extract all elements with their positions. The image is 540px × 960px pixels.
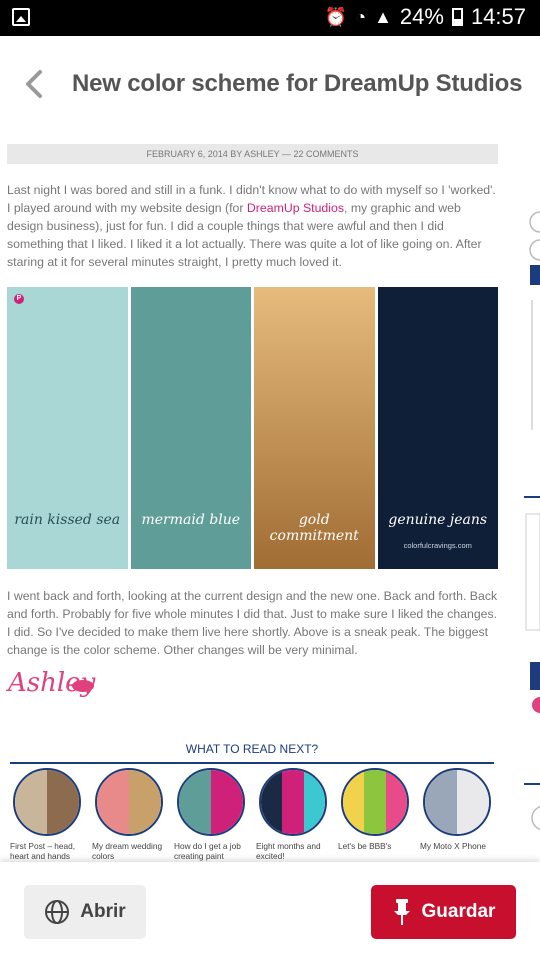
- related-post[interactable]: Eight months and excited!: [256, 768, 328, 871]
- signal-icon: ▲: [374, 6, 392, 27]
- status-bar: ⏰ ◔ ▲ 24% 14:57: [0, 0, 540, 36]
- sidebar-edge: [524, 211, 540, 831]
- swatch-rain-kissed-sea: P rain kissed sea: [7, 287, 128, 569]
- color-palette-image[interactable]: P rain kissed sea mermaid blue gold comm…: [7, 287, 498, 569]
- candy-icon: [72, 680, 94, 692]
- related-post[interactable]: First Post – head, heart and hands: [10, 768, 82, 871]
- related-thumbnail[interactable]: [423, 768, 491, 836]
- swatch-label: gold commitment: [269, 512, 359, 544]
- image-credit: colorfulcravings.com: [403, 541, 472, 550]
- page-title: New color scheme for DreamUp Studios: [72, 70, 523, 97]
- swatch-label: mermaid blue: [141, 512, 240, 528]
- related-thumbnail[interactable]: [177, 768, 245, 836]
- swatch-mermaid-blue: mermaid blue: [130, 287, 251, 569]
- related-thumbnail[interactable]: [95, 768, 163, 836]
- alarm-icon: ⏰: [324, 6, 348, 27]
- bottom-action-bar: Abrir Guardar: [0, 862, 540, 960]
- swatch-genuine-jeans: genuine jeans colorfulcravings.com: [377, 287, 498, 569]
- page-header: New color scheme for DreamUp Studios: [0, 36, 540, 134]
- back-arrow-icon[interactable]: [20, 70, 48, 98]
- related-posts: First Post – head, heart and hands My dr…: [10, 768, 500, 871]
- swatch-label: genuine jeans: [388, 512, 488, 528]
- battery-icon: [451, 8, 463, 26]
- dreamup-link[interactable]: DreamUp Studios: [247, 201, 344, 215]
- pin-icon: [393, 899, 410, 925]
- related-heading: What to read next?: [10, 742, 494, 764]
- related-thumbnail[interactable]: [259, 768, 327, 836]
- swatch-gold-commitment: gold commitment: [254, 287, 375, 569]
- open-button[interactable]: Abrir: [24, 885, 146, 939]
- swatch-label: rain kissed sea: [14, 512, 121, 528]
- pinterest-save-icon[interactable]: P: [14, 294, 24, 304]
- post-paragraph-1: Last night I was bored and still in a fu…: [7, 183, 496, 269]
- related-post[interactable]: My Moto X Phone: [420, 768, 492, 871]
- related-thumbnail[interactable]: [341, 768, 409, 836]
- globe-icon: [45, 900, 70, 924]
- related-post[interactable]: Let's be BBB's: [338, 768, 410, 871]
- wifi-icon: ◔: [355, 6, 367, 27]
- post-paragraph-2: I went back and forth, looking at the cu…: [7, 589, 498, 657]
- gallery-icon: [12, 8, 30, 26]
- related-post[interactable]: How do I get a job creating paint colors…: [174, 768, 246, 871]
- related-thumbnail[interactable]: [13, 768, 81, 836]
- battery-percent: 24%: [399, 4, 444, 29]
- related-post[interactable]: My dream wedding colors: [92, 768, 164, 871]
- clock: 14:57: [470, 4, 526, 29]
- save-button[interactable]: Guardar: [371, 885, 516, 939]
- post-meta: February 6, 2014 by Ashley — 22 Comments: [7, 144, 498, 164]
